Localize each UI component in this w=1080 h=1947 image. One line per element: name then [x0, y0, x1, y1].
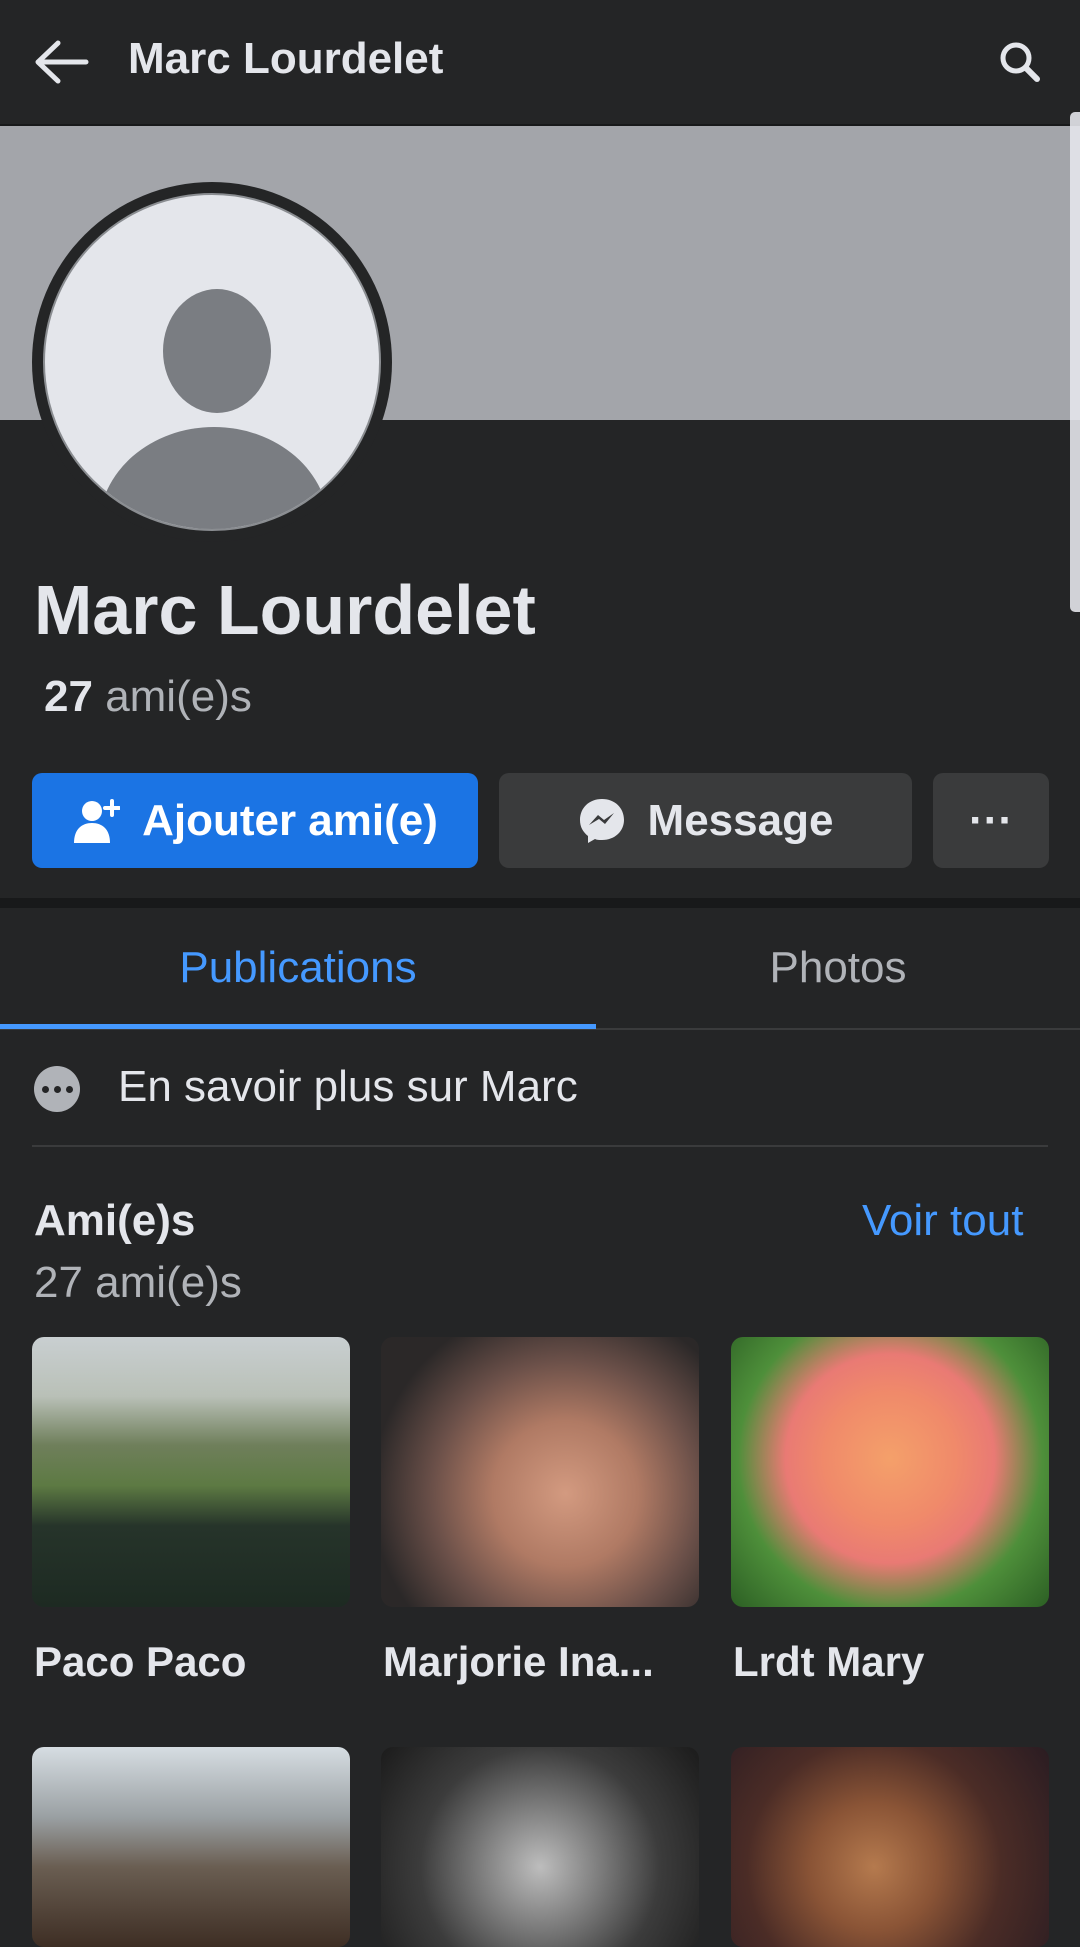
- top-bar: Marc Lourdelet: [0, 0, 1080, 124]
- tab-photos[interactable]: Photos: [596, 908, 1080, 1028]
- back-button[interactable]: [30, 30, 94, 94]
- profile-name: Marc Lourdelet: [34, 571, 536, 649]
- tab-publications[interactable]: Publications: [0, 908, 596, 1028]
- profile-avatar[interactable]: [32, 182, 392, 542]
- friend-photo-lrdt-mary[interactable]: [731, 1337, 1049, 1607]
- friend-photo-5[interactable]: [381, 1747, 699, 1947]
- friend-name[interactable]: Lrdt Mary: [733, 1638, 924, 1686]
- friend-name[interactable]: Marjorie Ina...: [383, 1638, 654, 1686]
- section-divider: [0, 898, 1080, 908]
- friend-name[interactable]: Paco Paco: [34, 1638, 246, 1686]
- friends-section-count: 27 ami(e)s: [34, 1258, 242, 1307]
- see-all-friends-link[interactable]: Voir tout: [862, 1196, 1023, 1246]
- friend-photo-paco[interactable]: [32, 1337, 350, 1607]
- default-avatar-icon: [43, 193, 381, 531]
- friends-section-title: Ami(e)s: [34, 1196, 196, 1245]
- scrollbar-thumb[interactable]: [1070, 112, 1080, 612]
- person-add-icon: [72, 798, 121, 843]
- messenger-icon: [578, 797, 626, 845]
- profile-friends-count[interactable]: 27 ami(e)s: [44, 672, 252, 722]
- friend-photo-4[interactable]: [32, 1747, 350, 1947]
- active-tab-indicator: [0, 1024, 596, 1029]
- search-button[interactable]: [990, 32, 1050, 92]
- friends-count-number: 27: [44, 672, 93, 721]
- more-options-button[interactable]: ···: [933, 773, 1049, 868]
- about-divider: [32, 1145, 1048, 1147]
- add-friend-button[interactable]: Ajouter ami(e): [32, 773, 478, 868]
- more-options-label: ···: [969, 795, 1013, 845]
- message-button[interactable]: Message: [499, 773, 912, 868]
- about-row[interactable]: En savoir plus sur Marc: [0, 1030, 1080, 1146]
- friend-photo-marjorie[interactable]: [381, 1337, 699, 1607]
- search-icon: [1000, 42, 1040, 82]
- friends-count-suffix: ami(e)s: [105, 672, 252, 721]
- more-dots-icon: [34, 1066, 80, 1112]
- header-title: Marc Lourdelet: [128, 34, 444, 83]
- message-label: Message: [647, 795, 834, 845]
- add-friend-label: Ajouter ami(e): [142, 795, 438, 845]
- arrow-left-icon: [35, 40, 89, 84]
- about-label: En savoir plus sur Marc: [118, 1062, 578, 1111]
- friend-photo-6[interactable]: [731, 1747, 1049, 1947]
